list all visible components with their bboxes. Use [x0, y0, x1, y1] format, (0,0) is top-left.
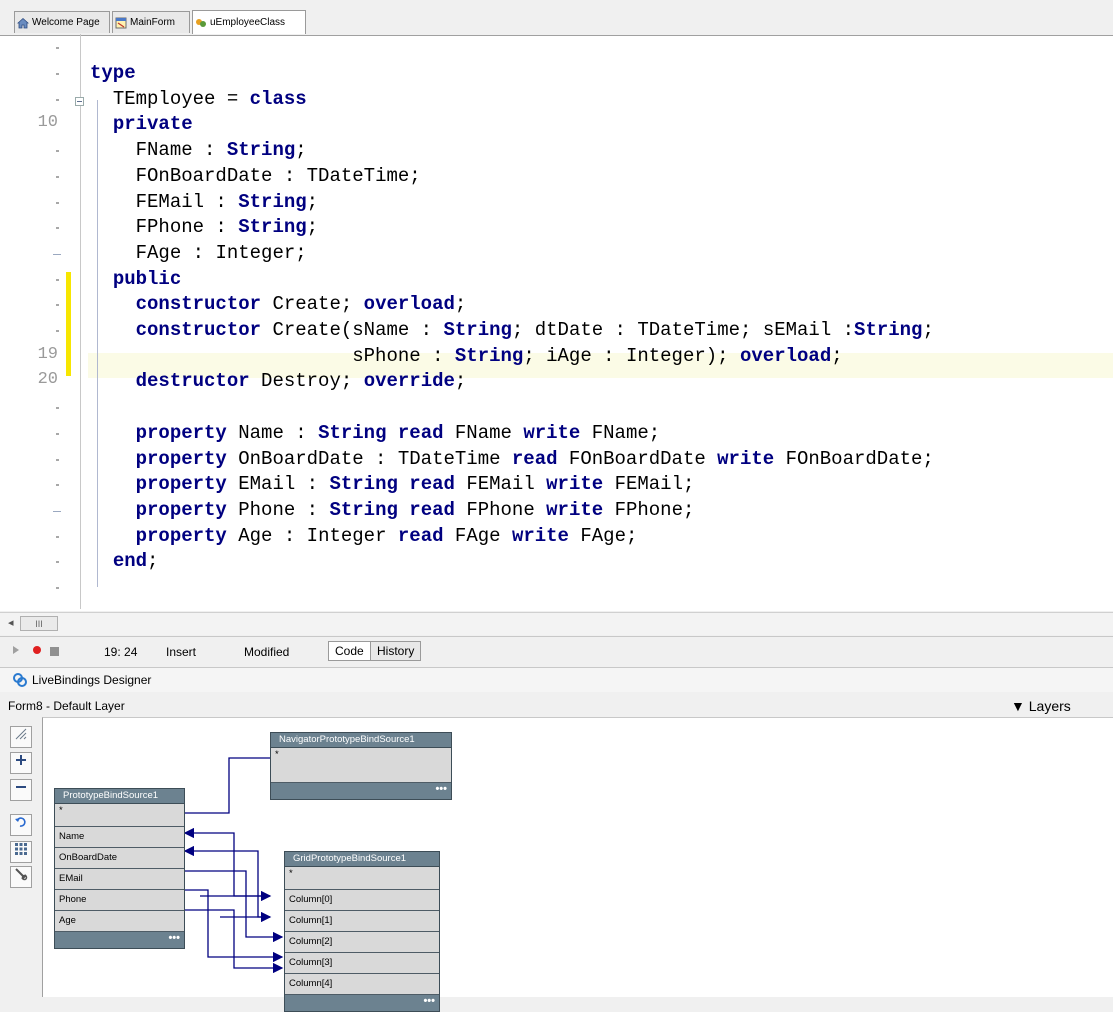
prototype-bind-source[interactable]: PrototypeBindSource1 * Name OnBoardDate … [54, 788, 185, 949]
bind-row-onboarddate[interactable]: OnBoardDate [55, 848, 184, 869]
bind-row-email[interactable]: EMail [55, 869, 184, 890]
connector-onboarddate [183, 845, 270, 918]
bind-row-column0[interactable]: Column[0] [285, 890, 439, 911]
bind-row-age[interactable]: Age [55, 911, 184, 932]
bind-row-name[interactable]: Name [55, 827, 184, 848]
connector-age [185, 909, 284, 974]
connector-name [183, 827, 270, 897]
bind-row-star[interactable]: * [55, 804, 184, 827]
bind-source-menu[interactable]: ••• [285, 995, 439, 1011]
connector-navigator [183, 757, 270, 814]
bind-source-menu[interactable]: ••• [55, 932, 184, 948]
bind-row-star[interactable]: * [271, 748, 451, 783]
grid-bind-source[interactable]: GridPrototypeBindSource1 * Column[0] Col… [284, 851, 440, 1012]
bind-row-star[interactable]: * [285, 867, 439, 890]
bind-row-column3[interactable]: Column[3] [285, 953, 439, 974]
bind-row-phone[interactable]: Phone [55, 890, 184, 911]
navigator-bind-source[interactable]: NavigatorPrototypeBindSource1 * ••• [270, 732, 452, 800]
bind-source-menu[interactable]: ••• [271, 783, 451, 799]
bind-source-title: GridPrototypeBindSource1 [285, 852, 439, 867]
bind-row-column1[interactable]: Column[1] [285, 911, 439, 932]
bind-source-title: PrototypeBindSource1 [55, 789, 184, 804]
bind-row-column2[interactable]: Column[2] [285, 932, 439, 953]
bind-row-column4[interactable]: Column[4] [285, 974, 439, 995]
bind-source-title: NavigatorPrototypeBindSource1 [271, 733, 451, 748]
